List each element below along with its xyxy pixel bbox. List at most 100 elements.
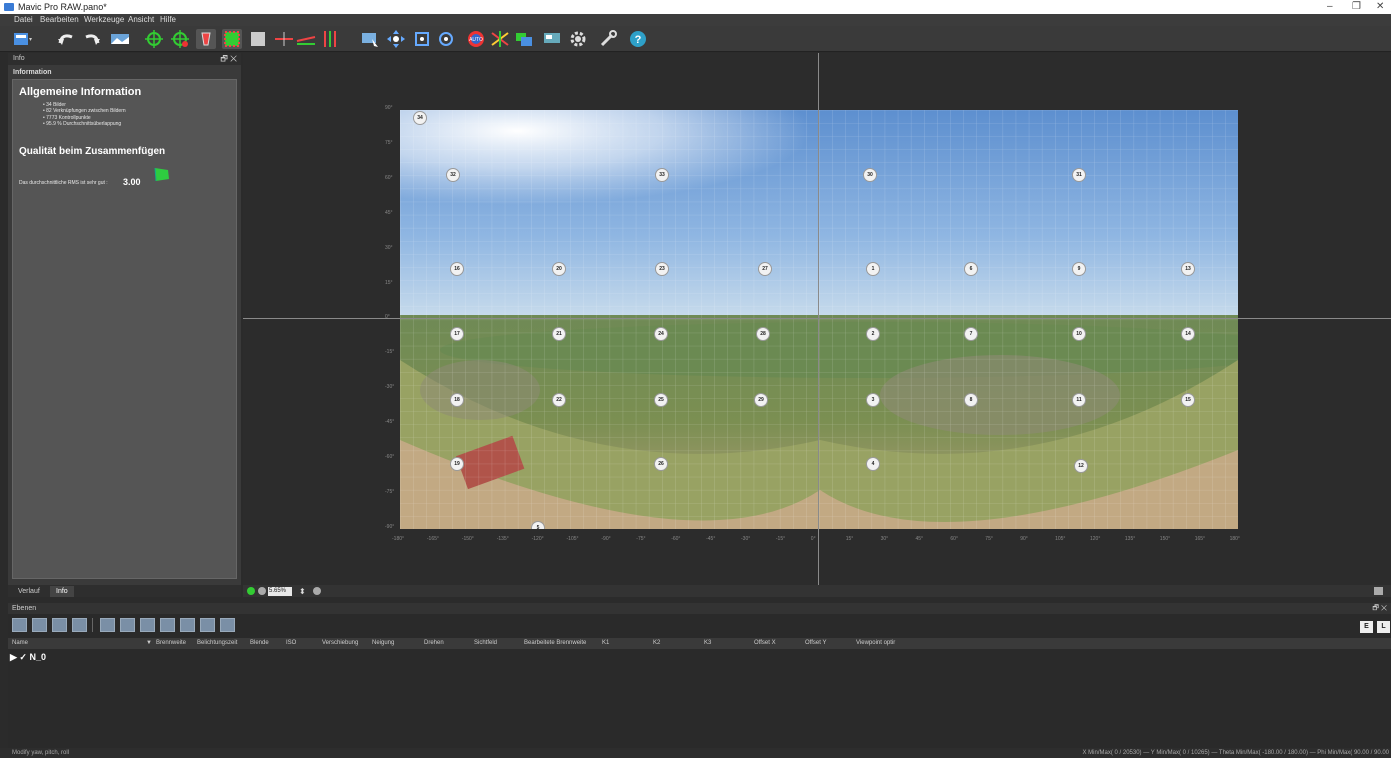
image-marker-17[interactable]: 17 [450,327,464,341]
zoom-level-input[interactable]: 5.65% [268,587,292,596]
image-marker-25[interactable]: 25 [654,393,668,407]
image-marker-11[interactable]: 11 [1072,393,1086,407]
project-menu-icon[interactable] [12,29,32,49]
col-drehen[interactable]: Drehen [424,638,444,649]
zoom-out-button[interactable] [258,587,266,595]
col-neigung[interactable]: Neigung [372,638,394,649]
layer-tool-7-icon[interactable] [140,618,155,632]
help-icon[interactable]: ? [628,29,648,49]
select-images-icon[interactable] [360,29,380,49]
layers-e-button[interactable]: E [1360,621,1373,633]
tab-info[interactable]: Info [50,586,74,597]
image-marker-28[interactable]: 28 [756,327,770,341]
image-marker-6[interactable]: 6 [964,262,978,276]
image-marker-16[interactable]: 16 [450,262,464,276]
image-marker-22[interactable]: 22 [552,393,566,407]
image-marker-27[interactable]: 27 [758,262,772,276]
col-k2[interactable]: K2 [653,638,660,649]
image-marker-30[interactable]: 30 [863,168,877,182]
level-icon[interactable] [296,29,316,49]
col-brennweite[interactable]: Brennweite [156,638,186,649]
image-marker-32[interactable]: 32 [446,168,460,182]
redo-icon[interactable] [82,29,102,49]
col-offset-x[interactable]: Offset X [754,638,776,649]
settings-icon[interactable] [568,29,588,49]
undo-icon[interactable] [56,29,76,49]
straighten-icon[interactable] [248,29,268,49]
image-marker-31[interactable]: 31 [1072,168,1086,182]
layer-tool-10-icon[interactable] [200,618,215,632]
layers-float-close-icon[interactable]: 🗗 ✕ [1372,603,1387,614]
zoom-spinner-icon[interactable]: ⬍ [299,586,306,598]
zoom-fit-icon[interactable] [247,587,255,595]
tools-icon[interactable] [598,29,618,49]
panel-float-close-icon[interactable]: 🗗 ✕ [220,53,237,65]
menu-bearbeiten[interactable]: Bearbeiten [40,14,79,26]
menu-werkzeuge[interactable]: Werkzeuge [84,14,124,26]
image-marker-15[interactable]: 15 [1181,393,1195,407]
col-blende[interactable]: Blende [250,638,269,649]
col-viewpoint[interactable]: Viewpoint optir [856,638,895,649]
image-marker-24[interactable]: 24 [654,327,668,341]
panorama-viewport[interactable]: 34 32 33 30 31 16 20 23 27 1 6 9 13 17 21 24 28 2 7 10 14 18 2… [243,53,1391,585]
layers-l-button[interactable]: L [1377,621,1390,633]
horizontal-guide-line[interactable] [243,318,1391,319]
mask-icon[interactable] [196,29,216,49]
layer-tool-9-icon[interactable] [180,618,195,632]
panorama-preview[interactable]: 34 32 33 30 31 16 20 23 27 1 6 9 13 17 21 24 28 2 7 10 14 18 2… [400,110,1238,529]
image-marker-20[interactable]: 20 [552,262,566,276]
horizon-icon[interactable] [274,29,294,49]
menu-hilfe[interactable]: Hilfe [160,14,176,26]
layer-tool-3-icon[interactable] [52,618,67,632]
layer-tool-2-icon[interactable] [32,618,47,632]
vertical-lines-icon[interactable] [320,29,340,49]
layer-tool-1-icon[interactable] [12,618,27,632]
col-verschiebung[interactable]: Verschiebung [322,638,358,649]
image-marker-13[interactable]: 13 [1181,262,1195,276]
col-k1[interactable]: K1 [602,638,609,649]
restore-button[interactable]: ❐ [1352,0,1361,14]
zoom-in-button[interactable] [313,587,321,595]
image-marker-23[interactable]: 23 [655,262,669,276]
image-marker-9[interactable]: 9 [1072,262,1086,276]
tab-verlauf[interactable]: Verlauf [12,586,46,597]
fit-panorama-icon[interactable] [412,29,432,49]
image-marker-10[interactable]: 10 [1072,327,1086,341]
image-marker-18[interactable]: 18 [450,393,464,407]
optimizer-icon[interactable] [490,29,510,49]
menu-ansicht[interactable]: Ansicht [128,14,154,26]
col-offset-y[interactable]: Offset Y [805,638,826,649]
close-button[interactable]: ✕ [1376,0,1384,14]
color-correction-icon[interactable] [514,29,534,49]
col-belichtungszeit[interactable]: Belichtungszeit [197,638,237,649]
blend-icon[interactable] [542,29,562,49]
image-marker-19[interactable]: 19 [450,457,464,471]
col-sichtfeld[interactable]: Sichtfeld [474,638,497,649]
crop-icon[interactable] [222,29,242,49]
image-marker-21[interactable]: 21 [552,327,566,341]
layer-tool-11-icon[interactable] [220,618,235,632]
image-marker-2[interactable]: 2 [866,327,880,341]
layer-tool-5-icon[interactable] [100,618,115,632]
auto-align-icon[interactable]: AUTO [466,29,486,49]
image-marker-3[interactable]: 3 [866,393,880,407]
layer-tool-8-icon[interactable] [160,618,175,632]
image-marker-26[interactable]: 26 [654,457,668,471]
layer-tool-6-icon[interactable] [120,618,135,632]
col-sort-icon[interactable]: ▼ [146,638,152,649]
image-marker-12[interactable]: 12 [1074,459,1088,473]
image-marker-7[interactable]: 7 [964,327,978,341]
image-marker-5[interactable]: 5 [531,521,545,529]
col-bearbeitete-brennweite[interactable]: Bearbeitete Brennweite [524,638,586,649]
image-marker-14[interactable]: 14 [1181,327,1195,341]
col-iso[interactable]: ISO [286,638,296,649]
move-image-icon[interactable] [386,29,406,49]
menu-datei[interactable]: Datei [14,14,33,26]
clean-control-points-icon[interactable] [170,29,190,49]
center-panorama-icon[interactable] [436,29,456,49]
panorama-editor-icon[interactable] [110,29,130,49]
minimize-button[interactable]: – [1327,0,1333,14]
layer-tool-4-icon[interactable] [72,618,87,632]
image-marker-1[interactable]: 1 [866,262,880,276]
col-name[interactable]: Name [12,638,28,649]
